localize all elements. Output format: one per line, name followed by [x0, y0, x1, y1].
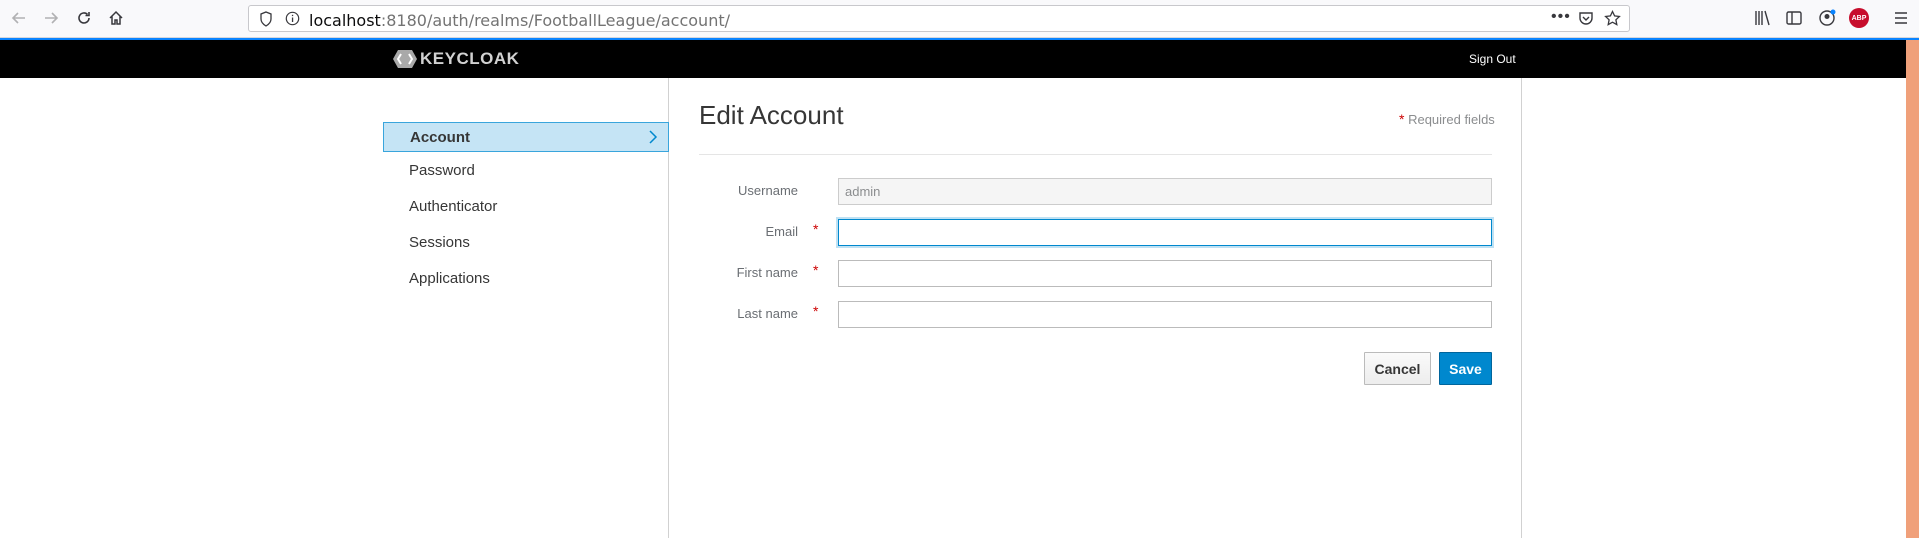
forward-icon[interactable] [40, 7, 62, 29]
content-divider [1521, 78, 1522, 538]
first-name-field[interactable] [838, 260, 1492, 287]
sidebar-item-label: Authenticator [409, 197, 498, 215]
required-star: * [813, 303, 819, 319]
shield-icon[interactable] [259, 11, 273, 32]
info-icon[interactable] [285, 11, 300, 31]
adblock-icon[interactable]: ABP [1849, 8, 1869, 28]
keycloak-logo: KEYCLOAK [392, 48, 519, 70]
chevron-right-icon [648, 130, 658, 148]
page-actions-icon[interactable]: ••• [1551, 8, 1571, 26]
account-sidebar: Account Password Authenticator Sessions … [383, 122, 669, 296]
sidebar-item-applications[interactable]: Applications [383, 260, 669, 296]
email-label: Email [765, 224, 798, 239]
library-icon[interactable] [1754, 10, 1772, 31]
required-star: * [813, 221, 819, 237]
sidebar-item-authenticator[interactable]: Authenticator [383, 188, 669, 224]
sidebar-item-label: Password [409, 161, 475, 179]
sign-out-link[interactable]: Sign Out [1469, 52, 1516, 66]
app-header: KEYCLOAK Sign Out [0, 40, 1906, 78]
menu-icon[interactable] [1893, 10, 1909, 31]
required-star: * [1399, 111, 1405, 127]
keycloak-logo-icon [393, 50, 417, 68]
url-path: :8180/auth/realms/FootballLeague/account… [380, 11, 730, 30]
browser-toolbar: localhost:8180/auth/realms/FootballLeagu… [0, 0, 1919, 38]
sidebar-item-account[interactable]: Account [383, 122, 669, 152]
url-bar[interactable]: localhost:8180/auth/realms/FootballLeagu… [248, 5, 1630, 32]
url-text: localhost:8180/auth/realms/FootballLeagu… [309, 11, 730, 30]
required-star: * [813, 262, 819, 278]
reload-icon[interactable] [73, 7, 95, 29]
email-field[interactable] [838, 219, 1492, 246]
account-icon[interactable] [1818, 9, 1836, 32]
pocket-icon[interactable] [1578, 11, 1594, 31]
page-title: Edit Account [699, 100, 844, 130]
sidebar-item-sessions[interactable]: Sessions [383, 224, 669, 260]
title-divider [699, 154, 1492, 155]
adblock-label: ABP [1851, 14, 1867, 22]
sidebar-item-password[interactable]: Password [383, 152, 669, 188]
back-icon[interactable] [8, 7, 30, 29]
last-name-label: Last name [737, 306, 798, 321]
bookmark-star-icon[interactable] [1604, 9, 1621, 32]
required-fields-label: Required fields [1408, 112, 1495, 127]
cancel-button[interactable]: Cancel [1364, 352, 1431, 385]
sidebar-icon[interactable] [1786, 10, 1802, 31]
sidebar-item-label: Sessions [409, 233, 470, 251]
url-host: localhost [309, 11, 381, 30]
username-label: Username [738, 183, 798, 198]
sidebar-item-label: Account [410, 128, 470, 146]
last-name-field[interactable] [838, 301, 1492, 328]
sidebar-item-label: Applications [409, 269, 490, 287]
save-button[interactable]: Save [1439, 352, 1492, 385]
first-name-label: First name [736, 265, 798, 280]
username-field [838, 178, 1492, 205]
home-icon[interactable] [105, 7, 127, 29]
scrollbar[interactable] [1906, 40, 1919, 538]
logo-text: KEYCLOAK [420, 49, 520, 68]
required-fields-note: * Required fields [1399, 111, 1495, 127]
